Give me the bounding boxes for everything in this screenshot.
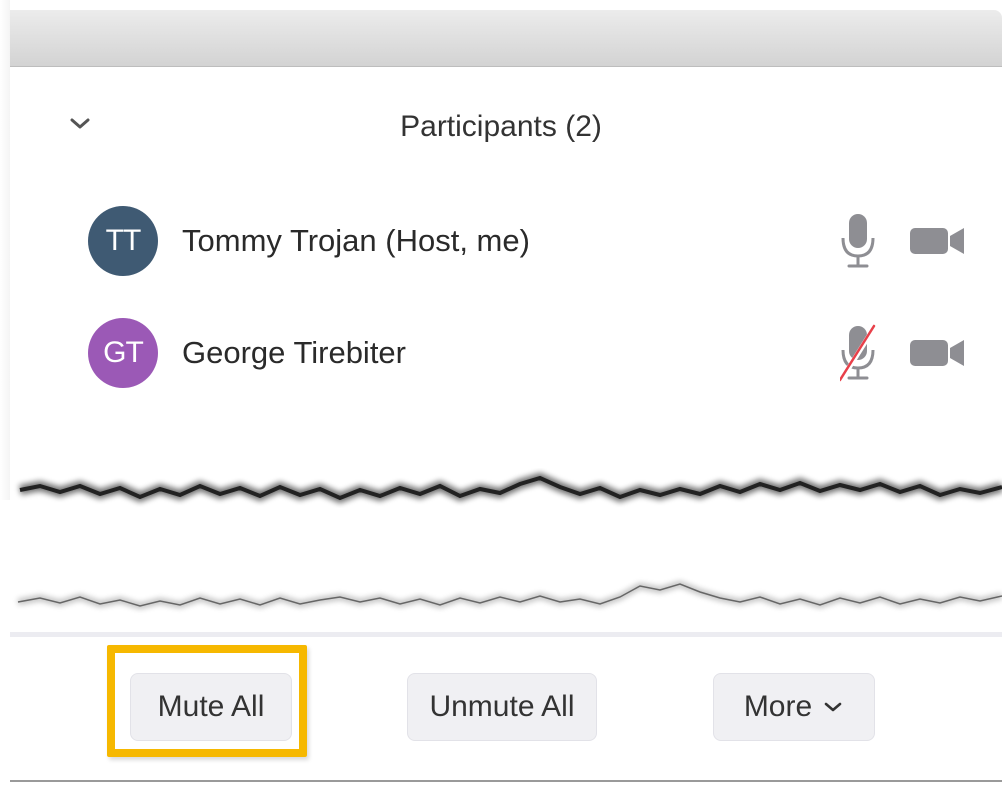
participant-row[interactable]: TT Tommy Trojan (Host, me) [88, 206, 968, 276]
avatar: TT [88, 206, 158, 276]
window-title-bar[interactable] [10, 10, 1002, 67]
microphone-icon[interactable] [840, 212, 876, 270]
unmute-all-label: Unmute All [429, 690, 575, 723]
screenshot-canvas: Participants (2) TT Tommy Trojan (Host, … [0, 0, 1002, 786]
unmute-all-button[interactable]: Unmute All [407, 673, 597, 741]
video-camera-icon[interactable] [910, 338, 966, 368]
participant-row[interactable]: GT George Tirebiter [88, 318, 968, 388]
avatar: GT [88, 318, 158, 388]
ghost-background-text [16, 665, 28, 715]
participants-footer: Mute All Unmute All More [10, 637, 1002, 782]
microphone-muted-icon[interactable] [840, 324, 876, 382]
chevron-down-icon [824, 702, 842, 712]
more-label: More [743, 690, 813, 723]
video-camera-icon[interactable] [910, 226, 966, 256]
mute-all-button[interactable]: Mute All [130, 673, 292, 741]
ghost-background-text [20, 50, 31, 95]
panel-title: Participants (2) [400, 110, 602, 143]
more-button[interactable]: More [713, 673, 875, 741]
mute-all-label: Mute All [157, 690, 265, 723]
